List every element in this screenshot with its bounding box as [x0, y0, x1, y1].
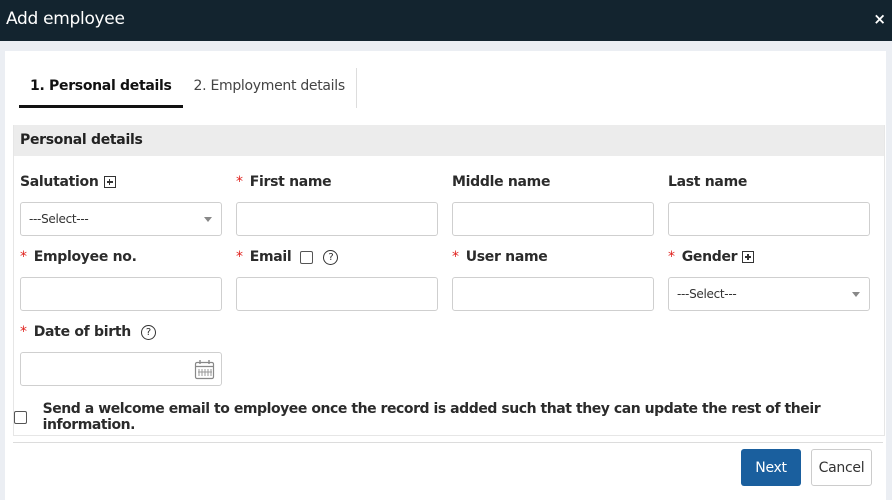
date-of-birth-field: * Date of birth ? [20, 322, 156, 342]
user-name-input[interactable] [452, 277, 654, 311]
last-name-field: Last name [668, 172, 747, 192]
salutation-field: Salutation [20, 172, 116, 192]
chevron-down-icon [852, 292, 860, 297]
personal-details-section: Personal details Salutation ---Select---… [13, 125, 885, 436]
employee-no-input[interactable] [20, 277, 222, 311]
employee-no-field: * Employee no. [20, 247, 137, 267]
email-label: Email [249, 249, 292, 265]
required-marker: * [236, 249, 243, 265]
next-button[interactable]: Next [741, 449, 801, 486]
calendar-icon[interactable] [194, 359, 215, 383]
user-name-label: User name [465, 249, 548, 265]
middle-name-input[interactable] [452, 202, 654, 236]
email-input[interactable] [236, 277, 438, 311]
gender-select[interactable]: ---Select--- [668, 277, 870, 311]
email-field: * Email ? [236, 247, 339, 267]
first-name-field: * First name [236, 172, 332, 192]
email-checkbox[interactable] [300, 250, 314, 264]
salutation-select[interactable]: ---Select--- [20, 202, 222, 236]
required-marker: * [668, 249, 675, 265]
salutation-label: Salutation [20, 174, 99, 190]
welcome-email-option[interactable]: Send a welcome email to employee once th… [14, 401, 886, 433]
footer-divider [13, 442, 883, 443]
dialog-body: 1. Personal details 2. Employment detail… [5, 51, 886, 500]
required-marker: * [236, 174, 243, 190]
first-name-label: First name [249, 174, 332, 190]
middle-name-field: Middle name [452, 172, 550, 192]
cancel-button[interactable]: Cancel [811, 449, 872, 486]
welcome-email-checkbox[interactable] [14, 410, 27, 424]
tab-employment-details[interactable]: 2. Employment details [183, 68, 357, 108]
gender-field: * Gender [668, 247, 755, 267]
required-marker: * [20, 324, 27, 340]
user-name-field: * User name [452, 247, 548, 267]
employee-no-label: Employee no. [33, 249, 137, 265]
last-name-label: Last name [668, 174, 748, 190]
section-header: Personal details [14, 125, 884, 156]
required-marker: * [452, 249, 459, 265]
date-of-birth-label: Date of birth [33, 324, 132, 340]
help-icon[interactable]: ? [323, 249, 339, 265]
help-icon[interactable]: ? [140, 324, 156, 340]
add-gender-icon[interactable] [742, 251, 755, 263]
add-salutation-icon[interactable] [103, 176, 116, 188]
middle-name-label: Middle name [452, 174, 551, 190]
required-marker: * [20, 249, 27, 265]
gender-label: Gender [681, 249, 738, 265]
dialog-title: Add employee [6, 9, 125, 29]
tab-personal-details[interactable]: 1. Personal details [19, 68, 183, 108]
date-of-birth-input[interactable] [20, 352, 222, 386]
wizard-tabs: 1. Personal details 2. Employment detail… [19, 68, 357, 108]
dialog-titlebar: Add employee × [0, 0, 892, 41]
last-name-input[interactable] [668, 202, 870, 236]
first-name-input[interactable] [236, 202, 438, 236]
close-icon[interactable]: × [873, 10, 886, 28]
chevron-down-icon [204, 217, 212, 222]
welcome-email-label: Send a welcome email to employee once th… [42, 401, 821, 433]
